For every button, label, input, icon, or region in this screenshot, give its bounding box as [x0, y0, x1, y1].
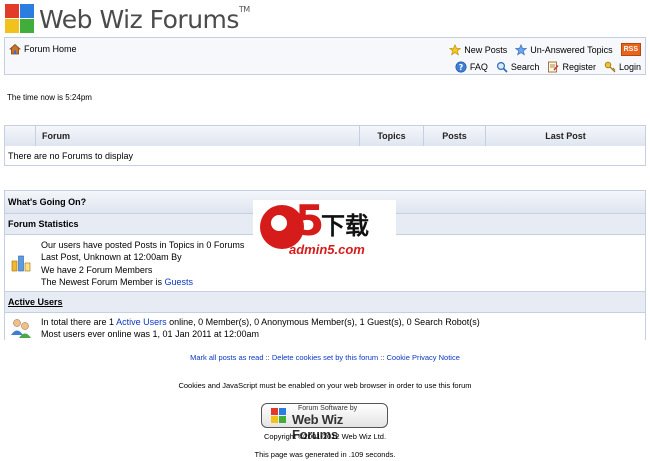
admin5-watermark: 5 下载 admin5.com — [253, 196, 396, 260]
blue-star-icon — [515, 43, 528, 55]
key-icon — [604, 61, 616, 73]
logo-squares-icon — [5, 4, 35, 34]
column-topics: Topics — [359, 126, 423, 146]
footer-links: Mark all posts as read :: Delete cookies… — [190, 353, 460, 362]
register-icon — [548, 61, 559, 73]
users-icon — [11, 319, 31, 338]
register-link[interactable]: Register — [547, 61, 596, 73]
login-link[interactable]: Login — [604, 61, 641, 73]
active-users-total: In total there are 1 Active Users online… — [41, 317, 480, 327]
copyright-text: Copyright ©2001-2012 Web Wiz Ltd. — [263, 432, 387, 441]
forum-empty-message: There are no Forums to display — [5, 146, 645, 165]
search-link[interactable]: Search — [496, 61, 539, 73]
search-icon — [496, 61, 508, 73]
star-icon — [449, 43, 462, 55]
help-icon: ? — [455, 61, 467, 73]
home-icon — [9, 43, 21, 55]
forum-home-link[interactable]: Forum Home — [9, 43, 77, 55]
new-posts-link[interactable]: New Posts — [449, 43, 507, 56]
rss-feed-button[interactable]: RSS — [620, 43, 641, 56]
site-logo[interactable]: Web Wiz ForumsTM — [5, 4, 250, 34]
forum-table: Forum Topics Posts Last Post There are n… — [4, 125, 646, 166]
logo-text: Web Wiz ForumsTM — [39, 4, 250, 34]
badge-caption: Forum Software by — [298, 405, 358, 412]
statistics-icon — [11, 255, 31, 272]
cookie-privacy-link[interactable]: Cookie Privacy Notice — [387, 353, 460, 362]
stats-line-posts: Our users have posted Posts in Topics in… — [41, 240, 245, 250]
badge-squares-icon — [271, 408, 287, 424]
watermark-digit: 5 — [295, 196, 325, 245]
active-users-title: Active Users — [5, 291, 645, 313]
faq-link[interactable]: ? FAQ — [455, 61, 488, 73]
mark-all-read-link[interactable]: Mark all posts as read — [190, 353, 263, 362]
active-users-row: In total there are 1 Active Users online… — [5, 313, 645, 343]
delete-cookies-link[interactable]: Delete cookies set by this forum — [272, 353, 378, 362]
navigation-bar: Forum Home New Posts Un-Answered Topics … — [4, 37, 646, 75]
stats-line-members: We have 2 Forum Members — [41, 264, 153, 275]
current-time: The time now is 5:24pm — [7, 93, 92, 102]
active-users-max: Most users ever online was 1, 01 Jan 201… — [41, 329, 259, 340]
unanswered-topics-link[interactable]: Un-Answered Topics — [515, 43, 613, 56]
watermark-chinese-text: 下载 — [321, 212, 369, 240]
column-forum: Forum — [35, 126, 359, 146]
watermark-url: admin5.com — [289, 242, 365, 257]
newest-member-link[interactable]: Guests — [165, 277, 194, 287]
stats-line-last-post: Last Post, Unknown at 12:00am By — [41, 252, 182, 263]
column-posts: Posts — [423, 126, 485, 146]
active-users-link[interactable]: Active Users — [116, 317, 167, 327]
stats-line-newest: The Newest Forum Member is Guests — [41, 276, 194, 287]
active-users-heading-link[interactable]: Active Users — [8, 297, 63, 307]
cookies-note: Cookies and JavaScript must be enabled o… — [178, 381, 472, 390]
forum-table-header: Forum Topics Posts Last Post — [5, 126, 645, 146]
web-wiz-forums-badge[interactable]: Forum Software by Web Wiz Forums — [261, 403, 388, 442]
svg-text:?: ? — [459, 63, 464, 72]
column-last-post: Last Post — [485, 126, 645, 146]
page-generated-text: This page was generated in .109 seconds. — [254, 450, 396, 459]
